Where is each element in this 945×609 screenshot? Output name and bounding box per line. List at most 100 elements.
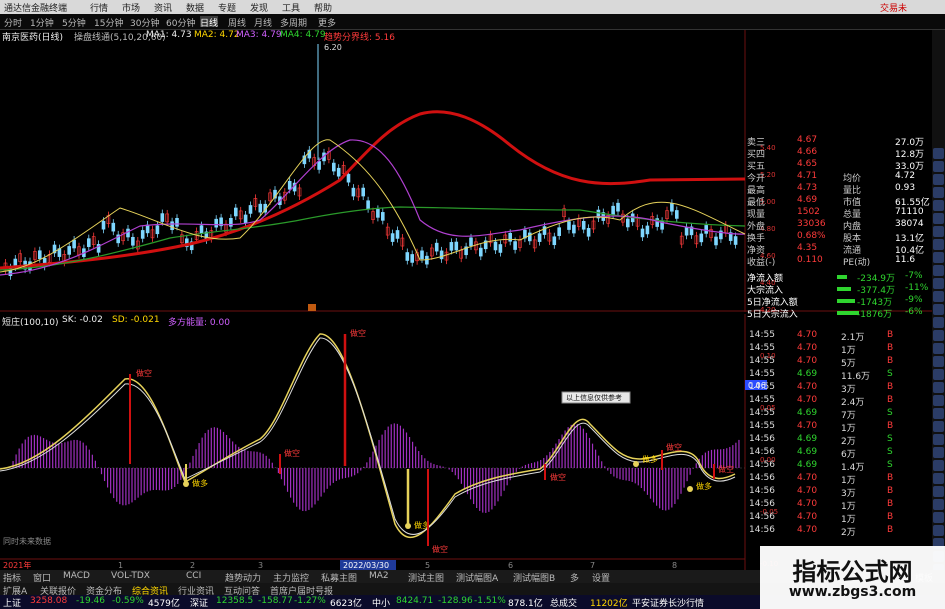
buy-signal-label: 做多 xyxy=(642,454,658,464)
trade-label[interactable]: 交易未 xyxy=(880,1,907,14)
news-ticker[interactable]: 平安证券长沙行情 xyxy=(632,596,704,609)
side-tool-icon[interactable] xyxy=(933,148,944,159)
indicator-tab[interactable]: VOL-TDX xyxy=(111,571,150,581)
quote-value: 0.110 xyxy=(797,255,823,265)
quote-row: 买五 4.65 33.0万 xyxy=(745,159,930,172)
tick-v: 1万 xyxy=(841,346,856,356)
flow-label: 5日大宗流入 xyxy=(747,310,798,320)
sd-line xyxy=(0,337,736,535)
quote-label: 收益(-) xyxy=(747,258,776,268)
sub-indicator-name[interactable]: 短庄(100,10) xyxy=(2,315,59,328)
period-button[interactable]: 5分钟 xyxy=(62,16,86,29)
tick-t: 14:55 xyxy=(749,330,775,340)
tick-t: 14:56 xyxy=(749,434,775,444)
side-tool-icon[interactable] xyxy=(933,460,944,471)
candle-body xyxy=(699,233,704,243)
candle-body xyxy=(366,200,370,210)
tick-s: B xyxy=(887,512,894,522)
period-button[interactable]: 分时 xyxy=(4,16,22,29)
side-tool-icon[interactable] xyxy=(933,226,944,237)
period-button-active[interactable]: 日线 xyxy=(200,16,219,29)
quote-value: 4.67 xyxy=(797,135,818,145)
candle-body xyxy=(625,218,630,228)
sz-percent: -1.27% xyxy=(294,596,326,606)
indicator-tab[interactable]: MACD xyxy=(63,571,90,581)
side-tool-icon[interactable] xyxy=(933,252,944,263)
tick-s: B xyxy=(887,486,894,496)
side-tool-icon[interactable] xyxy=(933,317,944,328)
tick-s: B xyxy=(887,473,894,483)
side-tool-icon[interactable] xyxy=(933,265,944,276)
month-label: 8 xyxy=(672,561,677,570)
side-tool-icon[interactable] xyxy=(933,330,944,341)
side-tool-icon[interactable] xyxy=(933,486,944,497)
candle-body xyxy=(581,220,586,230)
period-button[interactable]: 60分钟 xyxy=(166,16,195,29)
side-tool-icon[interactable] xyxy=(933,304,944,315)
candle-body xyxy=(420,250,424,260)
menu-item[interactable]: 工具 xyxy=(282,1,300,14)
flow-percent: -11% xyxy=(905,283,929,293)
side-tool-icon[interactable] xyxy=(933,499,944,510)
tick-list[interactable]: 14:55 4.70 2.1万 B 14:55 4.70 1万 B 14:55 4.70 5万 B 14… xyxy=(745,330,930,570)
candle-body xyxy=(572,224,576,234)
flow-row: 5日净流入额 -1743万 -9% xyxy=(745,295,930,308)
side-tool-icon[interactable] xyxy=(933,382,944,393)
tick-row: 14:55 4.70 3万 B xyxy=(745,382,930,395)
side-tool-icon[interactable] xyxy=(933,200,944,211)
side-tool-icon[interactable] xyxy=(933,421,944,432)
tick-p: 4.70 xyxy=(797,382,818,392)
flow-percent: -7% xyxy=(905,271,923,281)
period-button[interactable]: 1分钟 xyxy=(30,16,54,29)
tick-row: 14:55 4.70 2.1万 B xyxy=(745,330,930,343)
side-tool-icon[interactable] xyxy=(933,161,944,172)
indicator-tab[interactable]: CCI xyxy=(186,571,201,581)
month-label: 3 xyxy=(258,561,263,570)
candle-body xyxy=(145,224,150,234)
side-tool-icon[interactable] xyxy=(933,512,944,523)
month-label: 5 xyxy=(425,561,430,570)
menu-item[interactable]: 帮助 xyxy=(314,1,332,14)
side-tool-icon[interactable] xyxy=(933,369,944,380)
side-tool-icon[interactable] xyxy=(933,239,944,250)
side-tool-icon[interactable] xyxy=(933,213,944,224)
tick-v: 1万 xyxy=(841,515,856,525)
side-tool-icon[interactable] xyxy=(933,408,944,419)
candle-body xyxy=(684,226,689,236)
quote-value-2: 0.93 xyxy=(895,183,916,193)
menu-item[interactable]: 发现 xyxy=(250,1,268,14)
ma2-value: MA2: 4.72 xyxy=(194,30,240,40)
period-button[interactable]: 15分钟 xyxy=(94,16,123,29)
menu-item[interactable]: 资讯 xyxy=(154,1,172,14)
side-tool-icon[interactable] xyxy=(933,278,944,289)
side-tool-icon[interactable] xyxy=(933,525,944,536)
period-button[interactable]: 30分钟 xyxy=(130,16,159,29)
side-tool-icon[interactable] xyxy=(933,174,944,185)
candle-body xyxy=(390,233,395,242)
side-tool-icon[interactable] xyxy=(933,291,944,302)
menu-item[interactable]: 数据 xyxy=(186,1,204,14)
side-tool-icon[interactable] xyxy=(933,434,944,445)
period-button[interactable]: 更多 xyxy=(318,16,336,29)
side-tool-icon[interactable] xyxy=(933,395,944,406)
menu-item[interactable]: 专题 xyxy=(218,1,236,14)
sell-signal-label: 做空 xyxy=(666,442,682,452)
sell-signal-label: 做空 xyxy=(432,544,448,554)
period-button[interactable]: 多周期 xyxy=(280,16,307,29)
side-tool-icon[interactable] xyxy=(933,447,944,458)
indicator-tab[interactable]: MA2 xyxy=(369,571,389,581)
tick-row: 14:56 4.70 1万 B xyxy=(745,473,930,486)
menu-item[interactable]: 行情 xyxy=(90,1,108,14)
side-tool-icon[interactable] xyxy=(933,356,944,367)
tick-t: 14:55 xyxy=(749,369,775,379)
period-button[interactable]: 月线 xyxy=(254,16,272,29)
quote-row: 现量 1502 总量 71110 xyxy=(745,207,930,220)
zx-name: 中小 xyxy=(372,599,391,609)
menu-item[interactable]: 市场 xyxy=(122,1,140,14)
side-tool-icon[interactable] xyxy=(933,343,944,354)
side-tool-icon[interactable] xyxy=(933,473,944,484)
candle-body xyxy=(410,254,415,263)
side-tool-icon[interactable] xyxy=(933,187,944,198)
candle-body xyxy=(140,230,145,239)
period-button[interactable]: 周线 xyxy=(228,16,246,29)
